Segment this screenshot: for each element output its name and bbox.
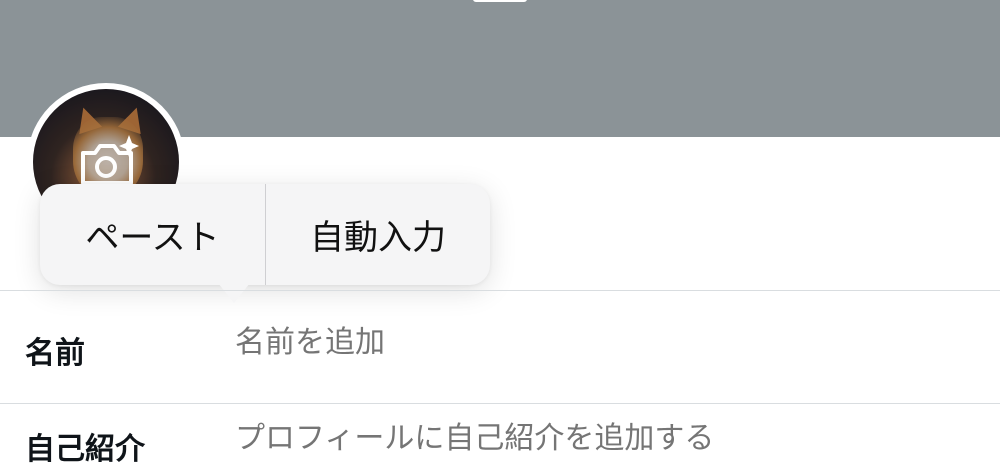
bio-label: 自己紹介 (25, 432, 145, 467)
banner-handle (473, 0, 527, 2)
bio-input[interactable] (235, 422, 975, 456)
divider (0, 290, 1000, 291)
context-menu: ペースト 自動入力 (40, 184, 490, 285)
camera-sparkle-icon[interactable] (75, 135, 139, 191)
autofill-menu-item[interactable]: 自動入力 (266, 184, 490, 285)
name-input[interactable] (235, 326, 935, 360)
paste-menu-item[interactable]: ペースト (40, 184, 265, 285)
name-label: 名前 (25, 336, 85, 371)
divider (0, 403, 1000, 404)
context-menu-arrow (218, 283, 250, 303)
